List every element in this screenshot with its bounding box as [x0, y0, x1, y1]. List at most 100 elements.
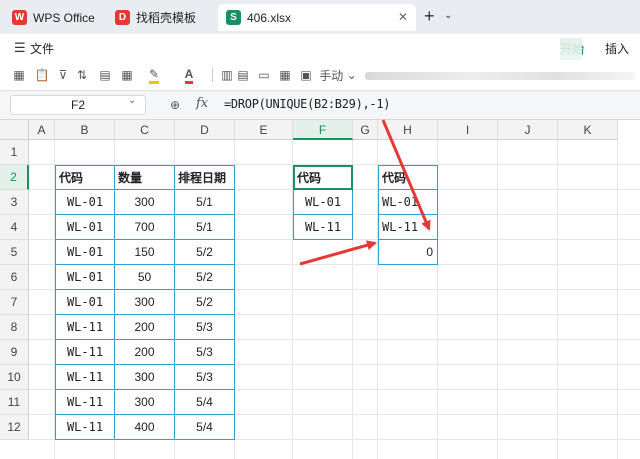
row-header-4[interactable]: 4 — [0, 215, 29, 240]
cell-b12[interactable]: WL-11 — [55, 415, 115, 440]
cell-c10[interactable]: 300 — [115, 365, 175, 390]
row-header-7[interactable]: 7 — [0, 290, 29, 315]
cell-b10[interactable]: WL-11 — [55, 365, 115, 390]
column-header-f[interactable]: F — [293, 120, 353, 140]
cell-b9[interactable]: WL-11 — [55, 340, 115, 365]
column-header-i[interactable]: I — [438, 120, 498, 140]
row-header-2[interactable]: 2 — [0, 165, 29, 190]
cell-c12[interactable]: 400 — [115, 415, 175, 440]
cell-h2[interactable]: 代码 — [378, 165, 438, 190]
cell-c6[interactable]: 50 — [115, 265, 175, 290]
cell-c7[interactable]: 300 — [115, 290, 175, 315]
cell-c5[interactable]: 150 — [115, 240, 175, 265]
zoom-icon[interactable]: ⊕ — [170, 98, 180, 112]
tab-bar: W WPS Office D 找稻壳模板 S 406.xlsx ✕ + ⌄ — [0, 0, 640, 34]
cell-h4[interactable]: WL-11 — [378, 215, 438, 240]
new-tab-icon[interactable]: + — [424, 6, 435, 27]
cell-b5[interactable]: WL-01 — [55, 240, 115, 265]
cell-d6[interactable]: 5/2 — [175, 265, 235, 290]
column-header-j[interactable]: J — [498, 120, 558, 140]
cell-c9[interactable]: 200 — [115, 340, 175, 365]
fx-icon[interactable]: fx — [196, 96, 208, 111]
row-header-10[interactable]: 10 — [0, 365, 29, 390]
cell-b8[interactable]: WL-11 — [55, 315, 115, 340]
cell-b11[interactable]: WL-11 — [55, 390, 115, 415]
cell-h3[interactable]: WL-01 — [378, 190, 438, 215]
cell-d11[interactable]: 5/4 — [175, 390, 235, 415]
row-header-1[interactable]: 1 — [0, 140, 29, 165]
row-header-11[interactable]: 11 — [0, 390, 29, 415]
cell-c11[interactable]: 300 — [115, 390, 175, 415]
column-header-g[interactable]: G — [353, 120, 378, 140]
tab-label: 找稻壳模板 — [136, 11, 197, 25]
highlight-color-icon[interactable]: ✎ — [143, 66, 165, 84]
column-header-a[interactable]: A — [29, 120, 55, 140]
cell-d12[interactable]: 5/4 — [175, 415, 235, 440]
cell-h5[interactable]: 0 — [378, 240, 438, 265]
tab-active-file[interactable]: S 406.xlsx ✕ — [218, 4, 416, 31]
row-header-3[interactable]: 3 — [0, 190, 29, 215]
cell-f2[interactable]: 代码 — [293, 165, 353, 190]
select-all-corner[interactable] — [0, 120, 29, 140]
image-icon[interactable]: ▣ — [297, 66, 315, 84]
toolbar-blurred — [365, 72, 635, 80]
row-header-8[interactable]: 8 — [0, 315, 29, 340]
cell-d7[interactable]: 5/2 — [175, 290, 235, 315]
row-header-12[interactable]: 12 — [0, 415, 29, 440]
cell-b3[interactable]: WL-01 — [55, 190, 115, 215]
fill-icon[interactable]: ▤ — [96, 66, 114, 84]
hamburger-icon[interactable]: ☰ — [14, 40, 26, 56]
chevron-down-icon[interactable]: ⌄ — [128, 95, 136, 106]
menu-insert[interactable]: 插入 — [605, 40, 629, 57]
column-header-e[interactable]: E — [235, 120, 293, 140]
freeze-icon[interactable]: ▦ — [276, 66, 294, 84]
toolbar: ▦ 📋 ⊽ ⇅ ▤ ▦ ✎ A ▥ ▤ ▭ ▦ ▣ 手动 ⌄ — [0, 60, 640, 90]
cell-c3[interactable]: 300 — [115, 190, 175, 215]
cell-d5[interactable]: 5/2 — [175, 240, 235, 265]
cell-b7[interactable]: WL-01 — [55, 290, 115, 315]
cell-d4[interactable]: 5/1 — [175, 215, 235, 240]
cell-c4[interactable]: 700 — [115, 215, 175, 240]
paste-icon[interactable]: 📋 — [33, 66, 51, 84]
tab-templates[interactable]: D 找稻壳模板 — [107, 4, 215, 31]
column-header-k[interactable]: K — [558, 120, 618, 140]
format-painter-icon[interactable]: ▦ — [10, 66, 28, 84]
cell-d2[interactable]: 排程日期 — [175, 165, 235, 190]
wrap-icon[interactable]: ▤ — [234, 66, 252, 84]
cell-d3[interactable]: 5/1 — [175, 190, 235, 215]
close-icon[interactable]: ✕ — [398, 10, 408, 24]
comment-icon[interactable]: ▭ — [255, 66, 273, 84]
cell-c2[interactable]: 数量 — [115, 165, 175, 190]
filter-icon[interactable]: ⊽ — [56, 66, 70, 84]
calc-mode-dropdown[interactable]: 手动 ⌄ — [318, 66, 358, 84]
row-header-6[interactable]: 6 — [0, 265, 29, 290]
chevron-down-icon[interactable]: ⌄ — [444, 10, 452, 21]
column-header-b[interactable]: B — [55, 120, 115, 140]
calc-mode-label: 手动 — [319, 68, 344, 83]
row-header-5[interactable]: 5 — [0, 240, 29, 265]
formula-bar: F2 ⌄ ⊕ fx =DROP(UNIQUE(B2:B29),-1) — [0, 90, 640, 120]
font-color-icon[interactable]: A — [178, 66, 200, 84]
cell-c8[interactable]: 200 — [115, 315, 175, 340]
column-header-d[interactable]: D — [175, 120, 235, 140]
formula-input[interactable]: =DROP(UNIQUE(B2:B29),-1) — [224, 97, 391, 111]
menu-file[interactable]: 文件 — [30, 40, 54, 57]
cell-f3[interactable]: WL-01 — [293, 190, 353, 215]
cell-d10[interactable]: 5/3 — [175, 365, 235, 390]
cell-f4[interactable]: WL-11 — [293, 215, 353, 240]
column-header-c[interactable]: C — [115, 120, 175, 140]
row-header-9[interactable]: 9 — [0, 340, 29, 365]
tab-label: 406.xlsx — [247, 10, 292, 25]
template-icon: D — [115, 10, 130, 25]
cell-b6[interactable]: WL-01 — [55, 265, 115, 290]
wps-logo-icon: W — [12, 10, 27, 25]
name-box[interactable]: F2 — [10, 95, 146, 115]
cell-d9[interactable]: 5/3 — [175, 340, 235, 365]
cell-b2[interactable]: 代码 — [55, 165, 115, 190]
tab-wps-office[interactable]: W WPS Office — [4, 4, 104, 31]
cell-b4[interactable]: WL-01 — [55, 215, 115, 240]
border-icon[interactable]: ▦ — [120, 66, 134, 84]
cell-d8[interactable]: 5/3 — [175, 315, 235, 340]
sort-icon[interactable]: ⇅ — [74, 66, 90, 84]
column-header-h[interactable]: H — [378, 120, 438, 140]
